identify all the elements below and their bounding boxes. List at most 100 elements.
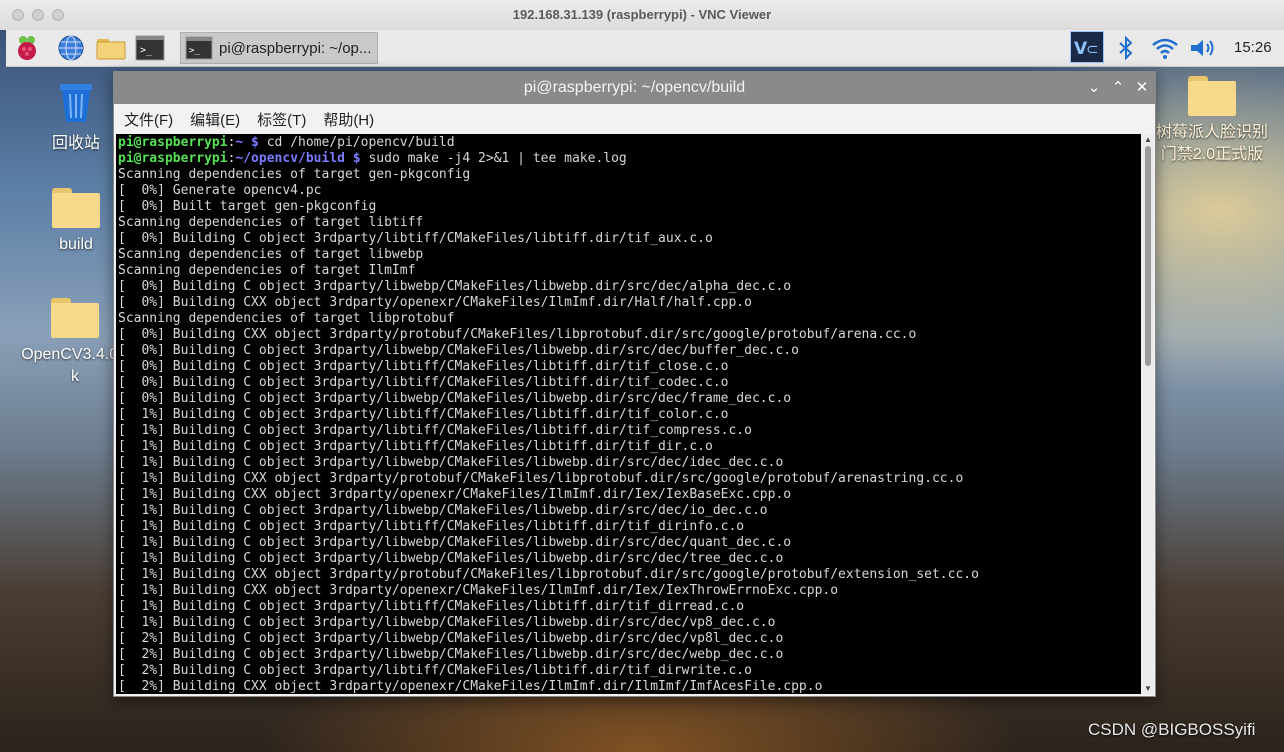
terminal-line-segment: [ 0%] Building CXX object 3rdparty/opene… bbox=[118, 295, 752, 310]
desktop-icon-face-label-line1: 树莓派人脸识别 bbox=[1155, 124, 1268, 141]
vnc-window-titlebar: 192.168.31.139 (raspberrypi) - VNC Viewe… bbox=[0, 0, 1284, 31]
terminal-line-segment: [ 1%] Building C object 3rdparty/libtiff… bbox=[118, 423, 752, 438]
terminal-icon: >_ bbox=[185, 36, 213, 60]
terminal-line-segment: [ 1%] Building C object 3rdparty/libwebp… bbox=[118, 535, 792, 550]
raspberry-menu-icon[interactable] bbox=[12, 33, 42, 63]
taskbar-terminal-button[interactable]: >_ pi@raspberrypi: ~/op... bbox=[180, 32, 378, 64]
terminal-line-segment: [ 1%] Building C object 3rdparty/libwebp… bbox=[118, 615, 776, 630]
terminal-line: Scanning dependencies of target gen-pkgc… bbox=[118, 167, 979, 183]
terminal-line: [ 0%] Built target gen-pkgconfig bbox=[118, 199, 979, 215]
terminal-line: Scanning dependencies of target libproto… bbox=[118, 311, 979, 327]
menu-tabs[interactable]: 标签(T) bbox=[257, 109, 306, 130]
terminal-line: [ 1%] Building C object 3rdparty/libwebp… bbox=[118, 503, 979, 519]
terminal-line-segment: pi@raspberrypi bbox=[118, 135, 228, 150]
terminal-line-segment: Scanning dependencies of target IlmImf bbox=[118, 263, 416, 278]
terminal-line-segment: Scanning dependencies of target libproto… bbox=[118, 311, 455, 326]
volume-icon[interactable] bbox=[1188, 33, 1220, 63]
terminal-line-segment: [ 2%] Building CXX object 3rdparty/opene… bbox=[118, 679, 823, 694]
folder-icon bbox=[51, 298, 99, 338]
terminal-line-segment: cd /home/pi/opencv/build bbox=[258, 135, 455, 150]
taskbar-terminal-label: pi@raspberrypi: ~/op... bbox=[219, 39, 372, 57]
terminal-line: [ 0%] Building CXX object 3rdparty/proto… bbox=[118, 327, 979, 343]
terminal-line: [ 0%] Building C object 3rdparty/libwebp… bbox=[118, 343, 979, 359]
terminal-line: [ 2%] Building C object 3rdparty/libtiff… bbox=[118, 663, 979, 679]
terminal-output[interactable]: pi@raspberrypi:~ $ cd /home/pi/opencv/bu… bbox=[116, 134, 1141, 694]
watermark-text: CSDN @BIGBOSSyifi bbox=[1088, 720, 1256, 739]
terminal-line-segment: [ 1%] Building CXX object 3rdparty/opene… bbox=[118, 583, 839, 598]
terminal-line: pi@raspberrypi:~/opencv/build $ sudo mak… bbox=[118, 151, 979, 167]
terminal-line: [ 1%] Building CXX object 3rdparty/proto… bbox=[118, 471, 979, 487]
bluetooth-icon[interactable] bbox=[1114, 33, 1138, 63]
terminal-line-segment: [ 1%] Building C object 3rdparty/libtiff… bbox=[118, 519, 745, 534]
menu-help[interactable]: 帮助(H) bbox=[323, 109, 374, 130]
terminal-line: [ 0%] Building C object 3rdparty/libtiff… bbox=[118, 375, 979, 391]
terminal-line-segment: [ 1%] Building CXX object 3rdparty/opene… bbox=[118, 487, 792, 502]
desktop-icon-face-recognition-folder[interactable]: 树莓派人脸识别 门禁2.0正式版 bbox=[1150, 76, 1274, 166]
terminal-line: Scanning dependencies of target IlmImf bbox=[118, 263, 979, 279]
terminal-line: [ 1%] Building C object 3rdparty/libwebp… bbox=[118, 615, 979, 631]
terminal-line: [ 1%] Building CXX object 3rdparty/opene… bbox=[118, 487, 979, 503]
terminal-menubar: 文件(F) 编辑(E) 标签(T) 帮助(H) bbox=[114, 104, 1155, 134]
terminal-line-segment: [ 0%] Building C object 3rdparty/libwebp… bbox=[118, 343, 799, 358]
web-browser-icon[interactable] bbox=[56, 33, 86, 63]
terminal-line: [ 0%] Building CXX object 3rdparty/opene… bbox=[118, 295, 979, 311]
terminal-line-segment: [ 1%] Building C object 3rdparty/libtiff… bbox=[118, 599, 745, 614]
terminal-line: [ 1%] Building C object 3rdparty/libwebp… bbox=[118, 455, 979, 471]
scrollbar-thumb[interactable] bbox=[1145, 146, 1151, 366]
svg-text:>_: >_ bbox=[189, 46, 200, 56]
terminal-line-segment: ~/opencv/build $ bbox=[235, 151, 361, 166]
minimize-icon[interactable]: ⌄ bbox=[1084, 72, 1104, 104]
taskbar-panel: >_ >_ pi@raspberrypi: ~/op... V ⊂ 15:26 bbox=[6, 30, 1284, 67]
desktop-icon-face-label-line2: 门禁2.0正式版 bbox=[1160, 146, 1264, 163]
wifi-icon[interactable] bbox=[1150, 33, 1180, 63]
desktop-icon-trash-label: 回收站 bbox=[51, 135, 100, 152]
terminal-scrollbar[interactable]: ▲ ▼ bbox=[1142, 134, 1154, 694]
terminal-line-segment: [ 2%] Building C object 3rdparty/libwebp… bbox=[118, 647, 784, 662]
terminal-line-segment: [ 0%] Building C object 3rdparty/libwebp… bbox=[118, 391, 792, 406]
terminal-line: [ 2%] Building CXX object 3rdparty/opene… bbox=[118, 679, 979, 694]
terminal-line: [ 1%] Building CXX object 3rdparty/opene… bbox=[118, 583, 979, 599]
terminal-line-segment: [ 0%] Building C object 3rdparty/libtiff… bbox=[118, 231, 713, 246]
terminal-line: Scanning dependencies of target libwebp bbox=[118, 247, 979, 263]
scroll-down-icon[interactable]: ▼ bbox=[1142, 684, 1154, 693]
terminal-line-segment: [ 0%] Generate opencv4.pc bbox=[118, 183, 322, 198]
menu-file[interactable]: 文件(F) bbox=[124, 109, 173, 130]
terminal-line: [ 1%] Building C object 3rdparty/libtiff… bbox=[118, 439, 979, 455]
vnc-window-title: 192.168.31.139 (raspberrypi) - VNC Viewe… bbox=[512, 7, 772, 22]
terminal-line: [ 1%] Building CXX object 3rdparty/proto… bbox=[118, 567, 979, 583]
desktop-icon-build-folder[interactable]: build bbox=[36, 188, 116, 254]
svg-text:>_: >_ bbox=[140, 45, 153, 56]
desktop-icon-build-label: build bbox=[59, 236, 93, 253]
terminal-line: [ 1%] Building C object 3rdparty/libwebp… bbox=[118, 551, 979, 567]
terminal-line: [ 0%] Building C object 3rdparty/libwebp… bbox=[118, 391, 979, 407]
terminal-line-segment: sudo make -j4 2>&1 | tee make.log bbox=[360, 151, 627, 166]
maximize-icon[interactable]: ⌃ bbox=[1108, 72, 1128, 104]
terminal-line-segment: [ 1%] Building C object 3rdparty/libwebp… bbox=[118, 455, 784, 470]
desktop-icon-trash[interactable]: 回收站 bbox=[40, 80, 112, 153]
terminal-line-segment: [ 0%] Built target gen-pkgconfig bbox=[118, 199, 377, 214]
terminal-line-segment: [ 0%] Building C object 3rdparty/libtiff… bbox=[118, 375, 729, 390]
terminal-line-segment: [ 0%] Building CXX object 3rdparty/proto… bbox=[118, 327, 917, 342]
folder-icon bbox=[52, 188, 100, 228]
terminal-line-segment: Scanning dependencies of target libtiff bbox=[118, 215, 424, 230]
close-icon[interactable]: ✕ bbox=[1132, 72, 1152, 104]
terminal-title: pi@raspberrypi: ~/opencv/build bbox=[523, 79, 746, 96]
terminal-line: [ 1%] Building C object 3rdparty/libtiff… bbox=[118, 423, 979, 439]
terminal-line: [ 1%] Building C object 3rdparty/libwebp… bbox=[118, 535, 979, 551]
trash-icon bbox=[60, 84, 92, 122]
terminal-line: [ 0%] Building C object 3rdparty/libtiff… bbox=[118, 231, 979, 247]
terminal-line-segment: Scanning dependencies of target libwebp bbox=[118, 247, 424, 262]
terminal-line-segment: [ 1%] Building CXX object 3rdparty/proto… bbox=[118, 567, 979, 582]
terminal-launcher-icon[interactable]: >_ bbox=[134, 33, 166, 63]
menu-edit[interactable]: 编辑(E) bbox=[190, 109, 240, 130]
svg-text:⊂: ⊂ bbox=[1086, 40, 1099, 58]
terminal-line: [ 0%] Generate opencv4.pc bbox=[118, 183, 979, 199]
terminal-line-segment: [ 1%] Building CXX object 3rdparty/proto… bbox=[118, 471, 964, 486]
file-manager-icon[interactable] bbox=[94, 33, 128, 63]
terminal-line: [ 1%] Building C object 3rdparty/libtiff… bbox=[118, 519, 979, 535]
vnc-server-icon[interactable]: V ⊂ bbox=[1070, 31, 1104, 63]
terminal-line-segment: Scanning dependencies of target gen-pkgc… bbox=[118, 167, 471, 182]
scroll-up-icon[interactable]: ▲ bbox=[1142, 135, 1154, 144]
terminal-line-segment: [ 0%] Building C object 3rdparty/libwebp… bbox=[118, 279, 792, 294]
terminal-line-segment: [ 1%] Building C object 3rdparty/libwebp… bbox=[118, 551, 784, 566]
